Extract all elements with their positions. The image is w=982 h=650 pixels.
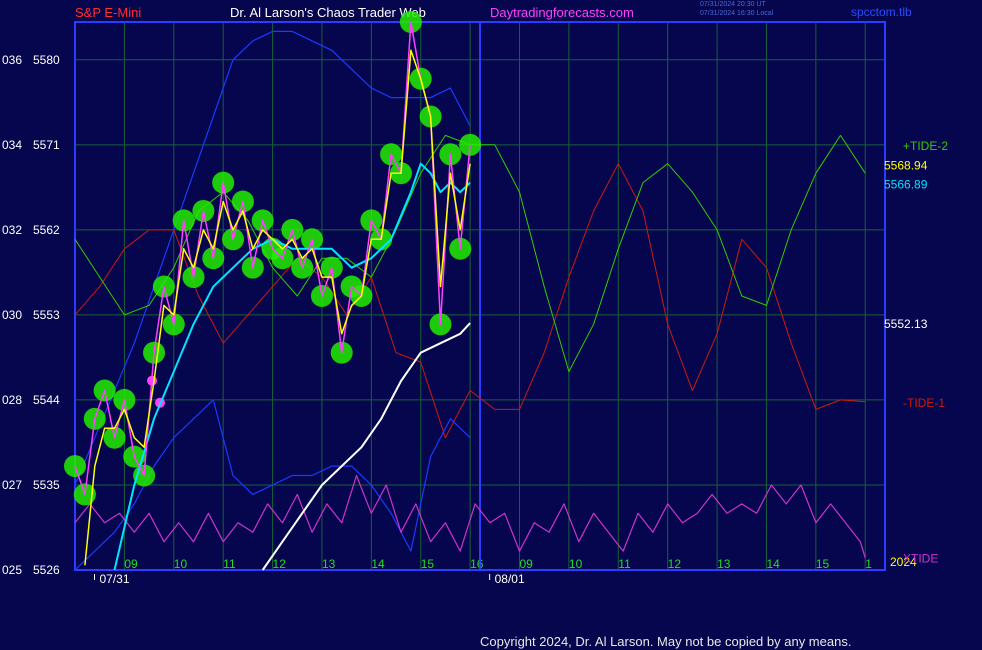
series-label: +TIDE-2	[903, 139, 948, 153]
copyright-notice: Copyright 2024, Dr. Al Larson. May not b…	[480, 634, 852, 649]
date-label: 07/31	[100, 572, 130, 586]
x-tick-label: 11	[618, 557, 631, 571]
x-tick-label: 15	[816, 557, 830, 571]
y-tick-label-left: 030	[2, 308, 22, 322]
x-tick-label: 14	[371, 557, 385, 571]
value-label: 5552.13	[884, 317, 928, 331]
date-label: 08/01	[495, 572, 525, 586]
x-tick-label: 10	[569, 557, 583, 571]
x-tick-label: 09	[520, 557, 534, 571]
price-bubble	[64, 455, 86, 478]
value-label: 5566.89	[884, 178, 928, 192]
price-chart: 025 5526 027 5535 028 5544 030 5553 032 5562 034 55…	[2, 11, 948, 586]
y-tick-label-right: 5553	[33, 308, 60, 322]
y-tick-label-right: 5580	[33, 53, 60, 67]
y-tick-label-left: 025	[2, 563, 22, 577]
x-tick-label: 1	[865, 557, 872, 571]
x-tick-label: 12	[273, 557, 287, 571]
y-tick-label-left: 034	[2, 138, 22, 152]
y-tick-label-right: 5526	[33, 563, 60, 577]
y-tick-label-left: 027	[2, 478, 22, 492]
y-tick-label-right: 5562	[33, 223, 60, 237]
y-tick-label-left: 036	[2, 53, 22, 67]
series-label: XTIDE	[903, 552, 938, 566]
x-tick-label: 10	[174, 557, 188, 571]
x-tick-label: 15	[421, 557, 435, 571]
y-tick-label-right: 5535	[33, 478, 60, 492]
x-tick-label: 12	[668, 557, 682, 571]
y-tick-label-left: 028	[2, 393, 22, 407]
y-tick-label-left: 032	[2, 223, 22, 237]
x-tick-label: 09	[124, 557, 138, 571]
x-tick-label: 13	[322, 557, 336, 571]
x-tick-label: 13	[717, 557, 731, 571]
y-tick-label-right: 5571	[33, 138, 60, 152]
y-tick-label-right: 5544	[33, 393, 60, 407]
x-tick-label: 16	[470, 557, 484, 571]
x-tick-label: 14	[766, 557, 780, 571]
series-label: -TIDE-1	[903, 396, 945, 410]
x-tick-label: 11	[223, 557, 236, 571]
long-ma-line	[261, 322, 471, 571]
value-label: 5568.94	[884, 158, 928, 172]
